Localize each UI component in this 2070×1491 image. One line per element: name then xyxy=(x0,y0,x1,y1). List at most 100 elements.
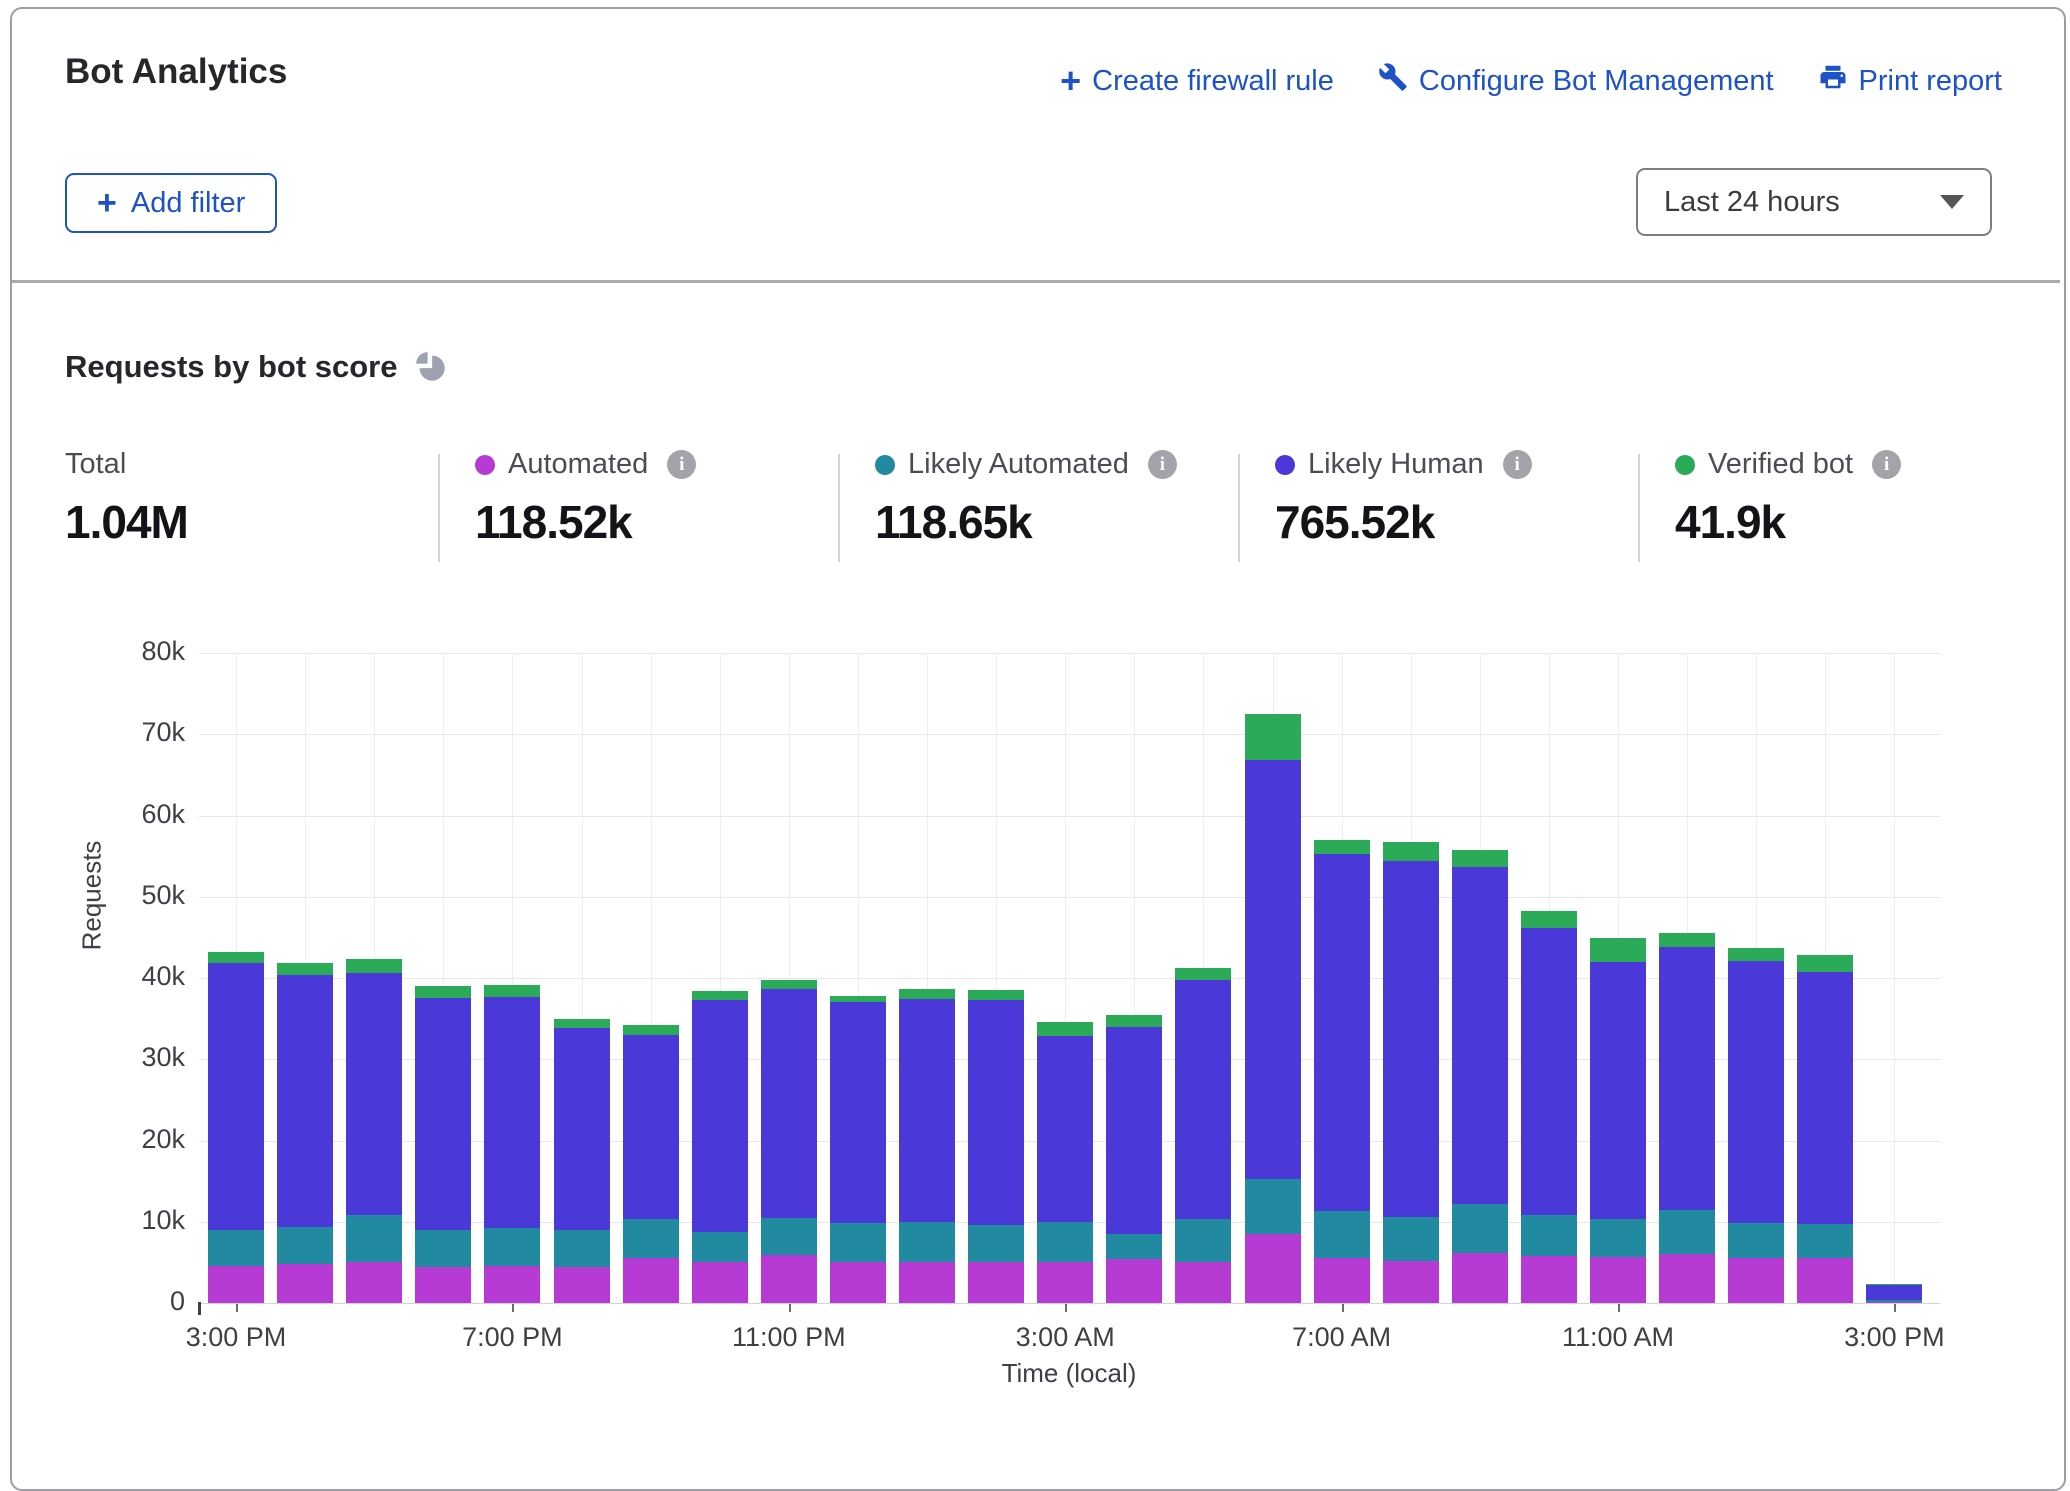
bar-segment-automated[interactable] xyxy=(761,1255,817,1303)
bar-segment-automated[interactable] xyxy=(208,1266,264,1303)
bar-segment-verified-bot[interactable] xyxy=(1106,1015,1162,1026)
bar-segment-verified-bot[interactable] xyxy=(1590,938,1646,962)
bar-segment-automated[interactable] xyxy=(1728,1258,1784,1303)
bar-segment-automated[interactable] xyxy=(1383,1261,1439,1303)
stacked-bar[interactable] xyxy=(346,959,402,1303)
stat-verified-bot[interactable]: Verified bot i 41.9k xyxy=(1675,448,1901,549)
stat-automated[interactable]: Automated i 118.52k xyxy=(475,448,696,549)
stacked-bar[interactable] xyxy=(554,1019,610,1303)
print-report-link[interactable]: Print report xyxy=(1818,62,2002,100)
bar-segment-likely-automated[interactable] xyxy=(1590,1219,1646,1257)
bar-segment-automated[interactable] xyxy=(415,1267,471,1303)
bar-segment-verified-bot[interactable] xyxy=(1037,1022,1093,1036)
stacked-bar[interactable] xyxy=(1452,850,1508,1303)
bar-segment-likely-human[interactable] xyxy=(968,1000,1024,1225)
bar-segment-likely-human[interactable] xyxy=(346,973,402,1215)
bar-segment-automated[interactable] xyxy=(1590,1257,1646,1303)
bar-segment-automated[interactable] xyxy=(1175,1262,1231,1303)
stacked-bar[interactable] xyxy=(1590,938,1646,1303)
info-icon[interactable]: i xyxy=(667,450,696,479)
stacked-bar[interactable] xyxy=(968,990,1024,1303)
bar-segment-automated[interactable] xyxy=(346,1262,402,1303)
bar-segment-verified-bot[interactable] xyxy=(692,991,748,1000)
create-firewall-rule-link[interactable]: + Create firewall rule xyxy=(1060,65,1334,98)
bar-segment-likely-human[interactable] xyxy=(830,1002,886,1223)
bar-segment-automated[interactable] xyxy=(1106,1259,1162,1303)
info-icon[interactable]: i xyxy=(1148,450,1177,479)
bar-segment-verified-bot[interactable] xyxy=(415,986,471,998)
bar-segment-likely-automated[interactable] xyxy=(899,1222,955,1262)
bar-segment-automated[interactable] xyxy=(1452,1253,1508,1303)
bar-segment-automated[interactable] xyxy=(968,1262,1024,1303)
stacked-bar[interactable] xyxy=(208,952,264,1303)
bar-segment-likely-automated[interactable] xyxy=(346,1215,402,1262)
bar-segment-verified-bot[interactable] xyxy=(554,1019,610,1028)
bar-segment-likely-automated[interactable] xyxy=(208,1230,264,1266)
stacked-bar[interactable] xyxy=(692,991,748,1303)
bar-segment-verified-bot[interactable] xyxy=(1314,840,1370,854)
add-filter-button[interactable]: + Add filter xyxy=(65,173,277,233)
bar-segment-verified-bot[interactable] xyxy=(899,989,955,999)
bar-segment-verified-bot[interactable] xyxy=(484,985,540,997)
bar-segment-likely-automated[interactable] xyxy=(415,1230,471,1267)
bar-segment-likely-human[interactable] xyxy=(1797,972,1853,1224)
bar-segment-automated[interactable] xyxy=(1659,1254,1715,1303)
bar-segment-likely-human[interactable] xyxy=(899,999,955,1222)
stacked-bar[interactable] xyxy=(1383,842,1439,1303)
bar-segment-likely-automated[interactable] xyxy=(1866,1300,1922,1302)
bar-segment-likely-human[interactable] xyxy=(1245,760,1301,1178)
bar-segment-automated[interactable] xyxy=(692,1262,748,1303)
bar-segment-likely-automated[interactable] xyxy=(1452,1204,1508,1253)
bar-segment-verified-bot[interactable] xyxy=(1521,911,1577,928)
bar-segment-likely-automated[interactable] xyxy=(277,1227,333,1264)
bar-segment-automated[interactable] xyxy=(277,1264,333,1303)
bar-segment-automated[interactable] xyxy=(1521,1256,1577,1303)
bar-segment-likely-human[interactable] xyxy=(1521,928,1577,1216)
stacked-bar[interactable] xyxy=(1797,955,1853,1303)
bar-segment-verified-bot[interactable] xyxy=(830,996,886,1003)
stacked-bar[interactable] xyxy=(1106,1015,1162,1303)
stacked-bar[interactable] xyxy=(761,980,817,1303)
stacked-bar[interactable] xyxy=(623,1025,679,1303)
bar-segment-automated[interactable] xyxy=(899,1262,955,1303)
bar-segment-verified-bot[interactable] xyxy=(1797,955,1853,972)
bar-segment-likely-automated[interactable] xyxy=(1314,1211,1370,1258)
bar-segment-verified-bot[interactable] xyxy=(623,1025,679,1035)
bar-segment-likely-automated[interactable] xyxy=(1383,1217,1439,1261)
configure-bot-management-link[interactable]: Configure Bot Management xyxy=(1378,62,1774,100)
bar-segment-automated[interactable] xyxy=(484,1266,540,1303)
stacked-bar[interactable] xyxy=(277,963,333,1303)
time-range-select[interactable]: Last 24 hours xyxy=(1636,168,1992,236)
bar-segment-likely-human[interactable] xyxy=(1314,854,1370,1212)
bar-segment-likely-automated[interactable] xyxy=(1521,1215,1577,1256)
bar-segment-verified-bot[interactable] xyxy=(1659,933,1715,947)
bar-segment-automated[interactable] xyxy=(1314,1258,1370,1303)
bar-segment-automated[interactable] xyxy=(1866,1302,1922,1303)
stacked-bar[interactable] xyxy=(1175,968,1231,1303)
bar-segment-automated[interactable] xyxy=(830,1262,886,1303)
bar-segment-likely-human[interactable] xyxy=(692,1000,748,1232)
bar-segment-likely-automated[interactable] xyxy=(1728,1223,1784,1259)
bar-segment-verified-bot[interactable] xyxy=(208,952,264,963)
bar-segment-likely-human[interactable] xyxy=(277,975,333,1228)
bar-segment-likely-human[interactable] xyxy=(761,989,817,1217)
bar-segment-likely-automated[interactable] xyxy=(1037,1222,1093,1263)
bar-segment-likely-human[interactable] xyxy=(1037,1036,1093,1222)
stacked-bar[interactable] xyxy=(1659,933,1715,1303)
bar-segment-likely-automated[interactable] xyxy=(1106,1234,1162,1259)
bar-segment-verified-bot[interactable] xyxy=(346,959,402,973)
bar-segment-likely-human[interactable] xyxy=(1106,1027,1162,1234)
bar-segment-verified-bot[interactable] xyxy=(761,980,817,990)
bar-segment-likely-human[interactable] xyxy=(415,998,471,1230)
bar-segment-likely-human[interactable] xyxy=(623,1035,679,1219)
bar-segment-automated[interactable] xyxy=(1797,1258,1853,1303)
bar-segment-likely-human[interactable] xyxy=(1590,962,1646,1219)
bar-segment-likely-human[interactable] xyxy=(1728,961,1784,1223)
bar-segment-likely-human[interactable] xyxy=(484,997,540,1229)
bar-segment-likely-automated[interactable] xyxy=(1659,1210,1715,1254)
stacked-bar[interactable] xyxy=(484,985,540,1304)
bar-segment-likely-human[interactable] xyxy=(1866,1285,1922,1300)
bar-segment-likely-automated[interactable] xyxy=(1797,1224,1853,1258)
bar-segment-likely-human[interactable] xyxy=(1383,861,1439,1217)
bar-segment-verified-bot[interactable] xyxy=(1245,714,1301,760)
